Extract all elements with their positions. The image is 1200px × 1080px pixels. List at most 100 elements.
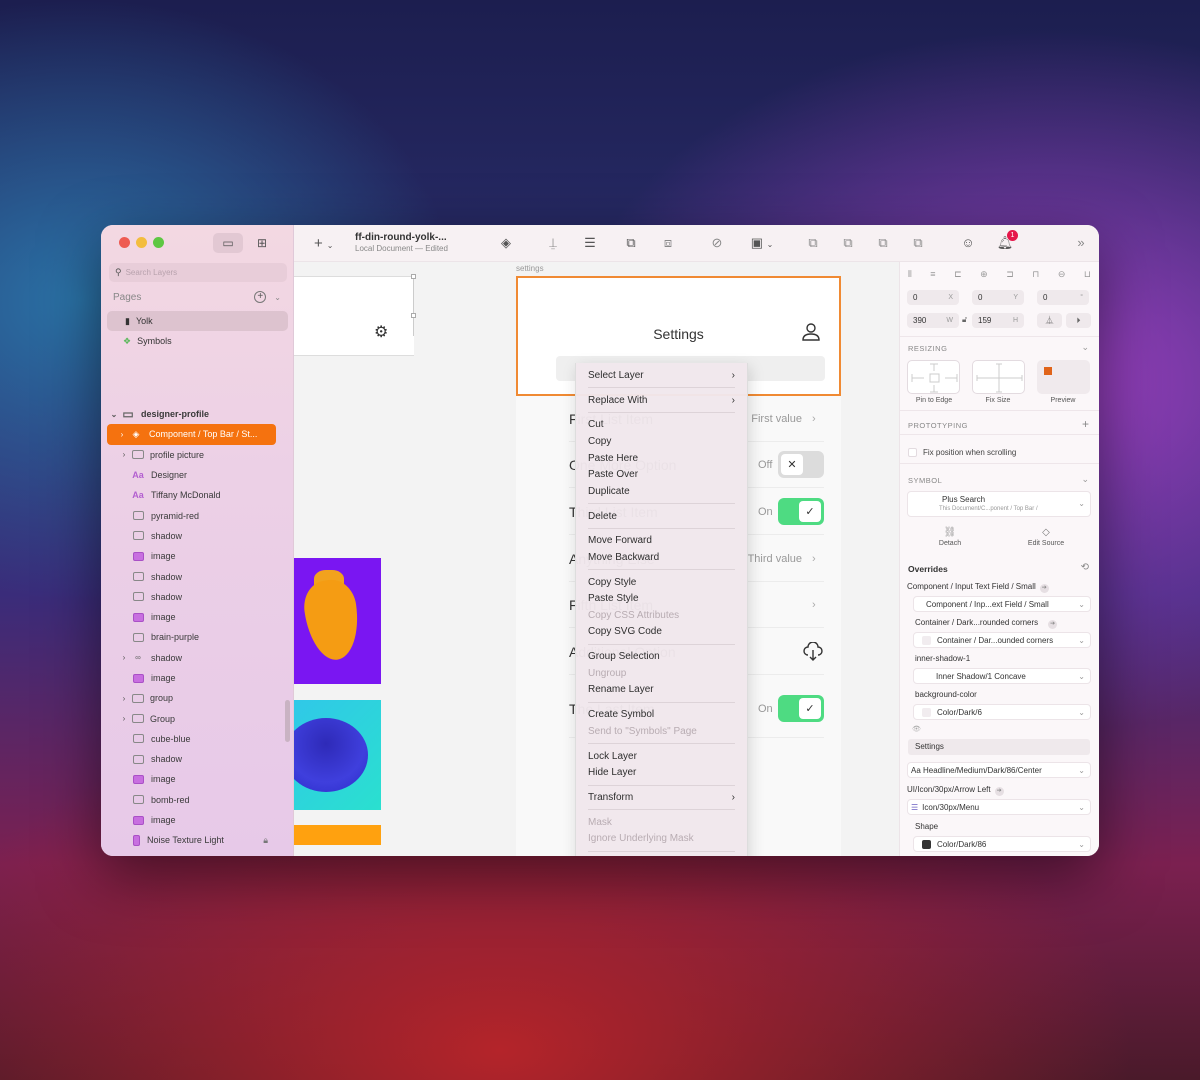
chevron-right-icon[interactable]: › (119, 450, 129, 459)
page-item-symbols[interactable]: ❖ Symbols (107, 331, 288, 351)
text-override-field[interactable]: Settings (908, 739, 1090, 755)
edit-source-button[interactable]: ◇ Edit Source (1018, 527, 1074, 547)
menu-item[interactable]: Create Symbol (576, 706, 747, 723)
cube-blue-image[interactable] (294, 700, 381, 810)
pin-to-edge-control[interactable] (907, 360, 960, 394)
layer-row[interactable]: shadow (101, 526, 294, 546)
layer-row[interactable]: › ◈ Component / Top Bar / St... (107, 424, 276, 445)
zoom-window-button[interactable] (153, 237, 164, 248)
height-field[interactable]: 159 H (972, 313, 1024, 328)
align-right-icon[interactable]: ⊐ (1006, 269, 1014, 280)
layer-row[interactable]: cube-blue (101, 729, 294, 749)
intersect-icon[interactable]: ⧉ (874, 235, 892, 251)
text-style-dropdown[interactable]: Aa Headline/Medium/Dark/86/Center ⌄ (907, 762, 1091, 778)
canvas-view-button[interactable]: ▭ (213, 233, 243, 253)
lock-icon[interactable]: 🔒︎ (263, 835, 268, 846)
go-to-icon[interactable]: ➔ (1048, 620, 1058, 629)
layer-row[interactable]: › profile picture (101, 445, 294, 465)
menu-item[interactable]: Hide Layer (576, 764, 747, 781)
go-to-icon[interactable]: ➔ (994, 787, 1004, 796)
layer-row[interactable]: image (101, 546, 294, 566)
canvas[interactable]: ⚙ settings Settings First List ItemFirst… (294, 262, 899, 856)
distribute-vertical-icon[interactable]: ≡ (930, 269, 935, 280)
override-dropdown[interactable]: Inner Shadow/1 Concave ⌄ (913, 668, 1091, 684)
layers-scrollbar[interactable] (285, 700, 290, 742)
menu-item[interactable]: Detach from Symbol (576, 855, 747, 856)
collapse-pages-icon[interactable]: ⌄ (274, 293, 281, 302)
resize-handle[interactable] (411, 313, 416, 318)
edit-icon[interactable]: ⊘ (708, 235, 726, 251)
collapse-resizing-icon[interactable]: ⌄ (1081, 342, 1089, 353)
union-icon[interactable]: ⧉ (804, 235, 822, 251)
layer-row[interactable]: bomb-red (101, 790, 294, 810)
fix-size-control[interactable] (972, 360, 1025, 394)
chevron-right-icon[interactable]: › (119, 694, 129, 703)
layer-row[interactable]: shadow (101, 587, 294, 607)
page-item-yolk[interactable]: ▮ Yolk (107, 311, 288, 331)
user-icon[interactable] (801, 322, 821, 342)
width-field[interactable]: 390 W (907, 313, 959, 328)
resize-handle[interactable] (411, 274, 416, 279)
toggle-switch[interactable]: ✓ (778, 498, 824, 525)
flip-horizontal-button[interactable]: ⏅ (1037, 313, 1062, 328)
backward-icon[interactable]: ☰ (581, 235, 599, 251)
expand-toolbar-icon[interactable]: » (1072, 235, 1090, 250)
menu-item[interactable]: Cut (576, 417, 747, 434)
layer-row[interactable]: brain-purple (101, 627, 294, 647)
layer-row[interactable]: Aa Designer (101, 465, 294, 485)
create-symbol-icon[interactable]: ◈ (497, 235, 515, 251)
fix-position-checkbox[interactable] (908, 448, 917, 457)
add-prototyping-button[interactable]: + (1082, 417, 1089, 431)
override-dropdown[interactable]: Container / Dar...ounded corners ⌄ (913, 632, 1091, 648)
menu-item[interactable]: Rename Layer (576, 682, 747, 699)
align-top-icon[interactable]: ⊓ (1032, 269, 1039, 280)
go-to-icon[interactable]: ➔ (1039, 584, 1049, 593)
menu-item[interactable]: Paste Here (576, 450, 747, 467)
menu-item[interactable]: Delete (576, 508, 747, 525)
difference-icon[interactable]: ⧉ (909, 235, 927, 251)
menu-item[interactable]: Transform › (576, 789, 747, 806)
layer-row[interactable]: pyramid-red (101, 505, 294, 525)
chevron-right-icon[interactable]: › (119, 653, 129, 662)
layer-row[interactable]: shadow (101, 749, 294, 769)
align-left-icon[interactable]: ⊏ (954, 269, 962, 280)
icon-override-dropdown[interactable]: ☰ Icon/30px/Menu ⌄ (907, 799, 1091, 815)
align-center-icon[interactable]: ⊕ (980, 269, 988, 280)
menu-item[interactable]: Paste Style (576, 590, 747, 607)
align-middle-icon[interactable]: ⊖ (1058, 269, 1066, 280)
detach-button[interactable]: ⛓ Detach (930, 527, 970, 547)
menu-item[interactable]: Replace With › (576, 392, 747, 409)
rotation-field[interactable]: 0 ° (1037, 290, 1089, 305)
distribute-horizontal-icon[interactable]: ⫴ (908, 269, 912, 280)
layer-row[interactable]: shadow (101, 566, 294, 586)
mask-menu-icon[interactable]: ▣ ⌄ (747, 235, 777, 251)
menu-item[interactable]: Select Layer › (576, 367, 747, 384)
override-dropdown[interactable]: Component / Inp...ext Field / Small ⌄ (913, 596, 1091, 612)
layer-row[interactable]: ⌄ ▭ designer-profile (101, 404, 294, 424)
toggle-switch[interactable]: ✓ (778, 695, 824, 722)
layer-row[interactable]: image (101, 810, 294, 830)
chevron-right-icon[interactable]: › (119, 714, 129, 723)
symbol-picker[interactable]: Plus Search This Document/C...ponent / T… (907, 491, 1091, 517)
cloud-download-icon[interactable] (802, 641, 824, 662)
layer-row[interactable]: Aa Tiffany McDonald (101, 485, 294, 505)
add-page-button[interactable]: + (254, 291, 267, 303)
forward-icon[interactable]: ⍊ (544, 235, 562, 251)
chevron-right-icon[interactable]: › (117, 430, 127, 439)
collapse-symbol-icon[interactable]: ⌄ (1081, 474, 1089, 485)
menu-item[interactable]: Lock Layer (576, 748, 747, 765)
y-position-field[interactable]: 0Y (972, 290, 1024, 305)
menu-item[interactable]: Group Selection (576, 648, 747, 665)
flip-vertical-button[interactable]: ⏵ (1066, 313, 1091, 328)
layer-row[interactable]: › Group (101, 708, 294, 728)
ungroup-icon[interactable]: ⧈ (659, 235, 677, 251)
menu-item[interactable]: Move Backward (576, 549, 747, 566)
add-collaborator-icon[interactable]: ☺ (959, 235, 977, 250)
notifications-bell-icon[interactable]: 🔔︎ 1 (996, 230, 1018, 251)
override-dropdown[interactable]: Color/Dark/6 ⌄ (913, 704, 1091, 720)
grid-view-button[interactable]: ⊞ (247, 233, 277, 253)
menu-item[interactable]: Duplicate (576, 483, 747, 500)
layer-row[interactable]: › ∞ shadow (101, 648, 294, 668)
align-bottom-icon[interactable]: ⊔ (1084, 269, 1091, 280)
toggle-switch[interactable]: ✕ (778, 451, 824, 478)
